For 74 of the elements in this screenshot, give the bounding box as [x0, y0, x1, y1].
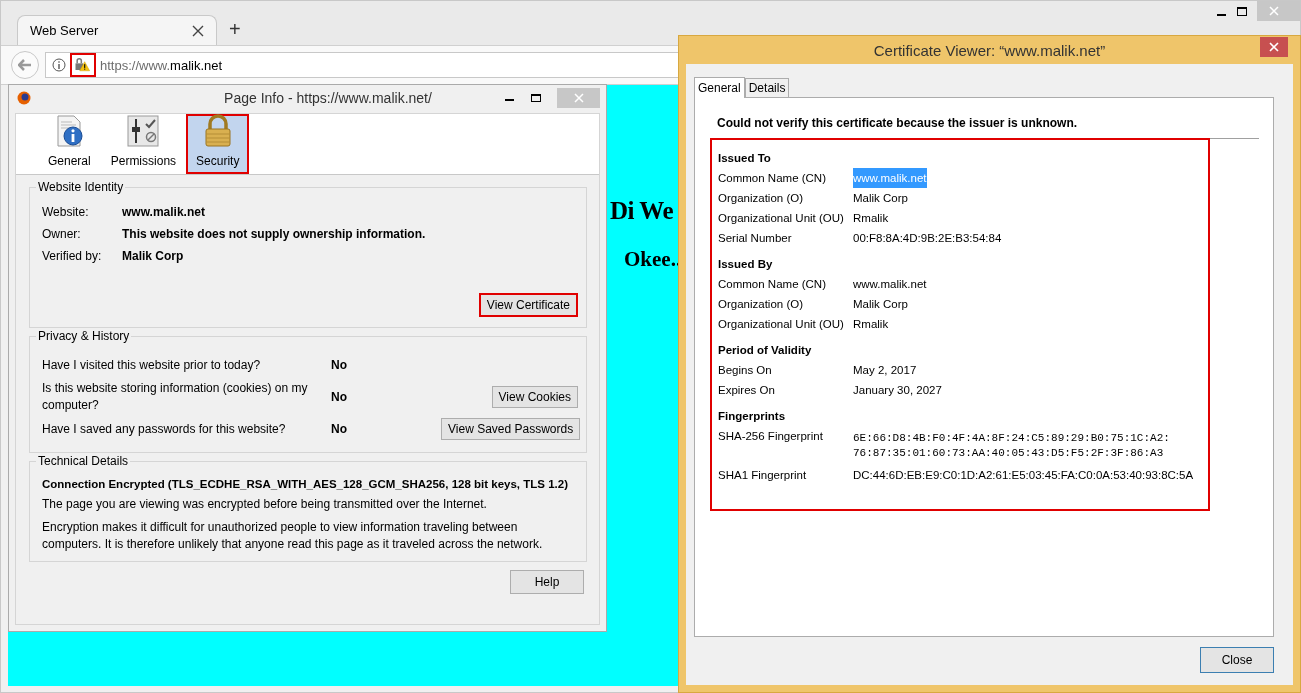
browser-tab[interactable]: Web Server	[17, 15, 217, 45]
lock-warning-icon[interactable]	[70, 53, 96, 77]
tab[interactable]: General	[694, 77, 745, 98]
sliders-icon	[126, 114, 161, 148]
field-label: Organization (O)	[718, 297, 804, 312]
field-label: Serial Number	[718, 231, 793, 246]
field-label: Common Name (CN)	[718, 277, 827, 292]
field-value: Malik Corp	[122, 249, 184, 263]
field-value: Malik Corp	[853, 191, 908, 206]
description-text: Encryption makes it difficult for unauthorized people to view information traveling between computers. It is therefore unlikely that anyone read this page as it traveled across the network.	[42, 519, 544, 553]
field-value: Rmalik	[853, 211, 889, 226]
toolbar-tab[interactable]: Security	[186, 114, 250, 174]
field-label: Organization (O)	[718, 191, 804, 206]
action-button[interactable]: View Saved Passwords	[441, 418, 581, 440]
action-button[interactable]: View Cookies	[491, 386, 578, 408]
section-heading: Fingerprints	[718, 409, 787, 424]
field-label: Website:	[42, 205, 90, 219]
toolbar-tab[interactable]: General	[38, 114, 101, 174]
field-label: SHA1 Fingerprint	[718, 468, 808, 483]
tab-title: Web Server	[30, 23, 99, 38]
toolbar-tab[interactable]: Permissions	[100, 114, 187, 174]
url-text: https://www.malik.net	[100, 57, 223, 73]
close-dialog-button[interactable]: Close	[1200, 647, 1274, 673]
field-label: Organizational Unit (OU)	[718, 317, 845, 332]
section-heading: Period of Validity	[718, 343, 813, 358]
back-button[interactable]	[11, 51, 39, 79]
close-icon	[1268, 6, 1279, 16]
section-heading: Issued By	[718, 257, 774, 272]
field-label: Common Name (CN)	[718, 171, 827, 186]
description-text: The page you are viewing was encrypted before being transmitted over the Internet.	[42, 496, 488, 513]
help-button[interactable]: Help	[510, 570, 584, 594]
answer-text: No	[331, 358, 348, 372]
close-icon	[1269, 42, 1279, 52]
browser-logo-icon	[17, 91, 31, 105]
field-value: DC:44:6D:EB:E9:C0:1D:A2:61:E5:03:45:FA:C0:0A:53:40:93:8C:5A	[853, 468, 1194, 483]
answer-text: No	[331, 422, 348, 436]
close-icon	[573, 93, 584, 103]
section-heading: Issued To	[718, 151, 772, 166]
close-icon[interactable]	[192, 24, 204, 37]
group-label: Technical Details	[36, 454, 131, 468]
dialog-title: Page Info - https://www.malik.net/	[223, 90, 433, 106]
view-certificate-button[interactable]: View Certificate	[478, 293, 578, 317]
answer-text: No	[331, 390, 348, 404]
warning-text: Could not verify this certificate because the issuer is unknown.	[717, 116, 1079, 130]
question-text: Have I visited this website prior to today?	[42, 356, 262, 374]
field-label: Begins On	[718, 363, 773, 378]
field-label: Expires On	[718, 383, 776, 398]
field-label: Verified by:	[42, 249, 103, 263]
info-icon[interactable]	[52, 58, 66, 72]
question-text: Have I saved any passwords for this website?	[42, 420, 287, 438]
field-value: May 2, 2017	[853, 363, 917, 378]
group-label: Website Identity	[36, 180, 126, 194]
field-label: Owner:	[42, 227, 82, 241]
back-arrow-icon	[18, 59, 32, 71]
field-value: 00:F8:8A:4D:9B:2E:B3:54:84	[853, 231, 1002, 246]
field-label: SHA-256 Fingerprint	[718, 429, 824, 444]
tab[interactable]: Details	[744, 78, 790, 97]
page-subheading: Okee..	[624, 247, 682, 272]
field-value: www.malik.net	[853, 277, 927, 292]
field-value: www.malik.net	[122, 205, 205, 219]
connection-heading: Connection Encrypted (TLS_ECDHE_RSA_WITH_AES_128_GCM_SHA256, 128 bit keys, TLS 1.2)	[42, 478, 569, 490]
field-value: Rmalik	[853, 317, 889, 332]
close-button[interactable]	[1260, 37, 1288, 57]
new-tab-button[interactable]: +	[229, 19, 241, 39]
group-label: Privacy & History	[36, 329, 132, 343]
field-label: Organizational Unit (OU)	[718, 211, 845, 226]
field-value: 6E:66:D8:4B:F0:4F:4A:8F:24:C5:89:29:B0:75:1C:A2:76:87:35:01:60:73:AA:40:05:43:D5:F5:2F:3F:86:A3	[853, 431, 1170, 461]
field-value: Malik Corp	[853, 297, 908, 312]
page-heading: Di We	[610, 197, 673, 225]
field-value: www.malik.net	[853, 168, 927, 188]
field-value: January 30, 2027	[853, 383, 942, 398]
question-text: Is this website storing information (cookies) on my computer?	[42, 380, 309, 414]
field-value: This website does not supply ownership information.	[122, 227, 426, 241]
maximize-icon[interactable]	[531, 93, 541, 103]
